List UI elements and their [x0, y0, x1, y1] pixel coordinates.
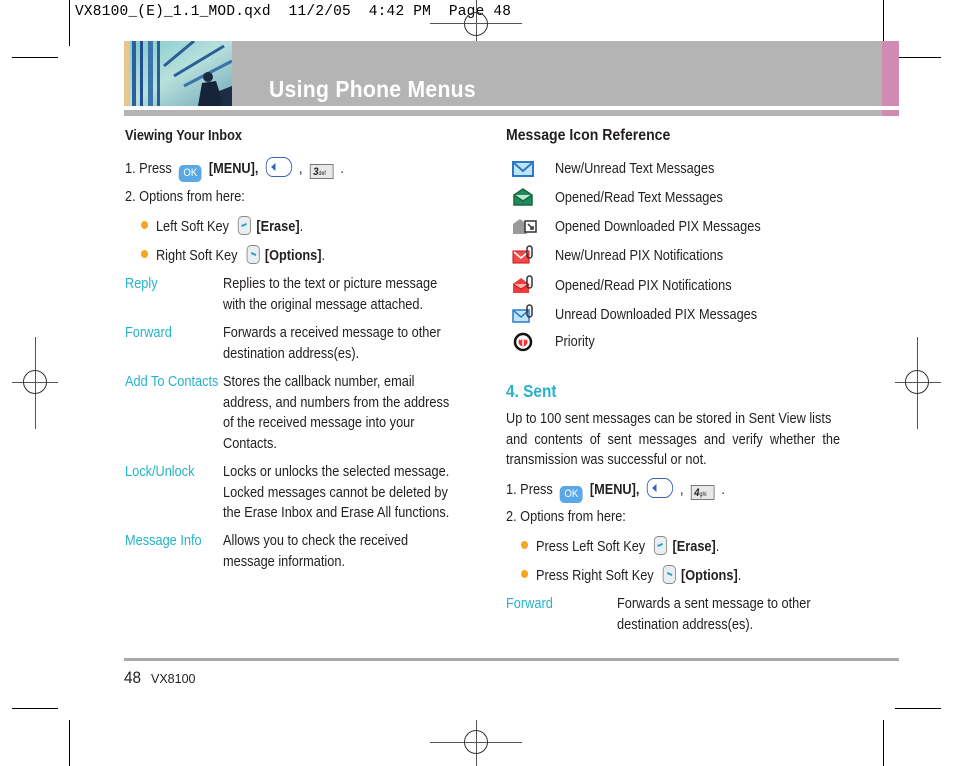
icon-label: Opened/Read Text Messages	[555, 190, 723, 206]
term-reply-desc: Replies to the text or picture message wi…	[223, 276, 438, 313]
crop-mark	[69, 720, 70, 766]
key-4-icon: 4ghi	[690, 485, 715, 500]
right-soft-key-icon	[662, 565, 676, 584]
term-lock-unlock: Lock/Unlock	[125, 464, 195, 480]
footer-rule	[124, 658, 899, 661]
menu-label: [MENU],	[589, 482, 640, 498]
term-reply: Reply	[125, 276, 158, 292]
term-add-to-contacts: Add To Contacts	[125, 374, 219, 390]
crop-mark	[12, 57, 58, 58]
page-title: Using Phone Menus	[269, 76, 476, 102]
pix-downloaded-unread-icon	[512, 304, 538, 329]
key-3-icon: 3def	[309, 164, 334, 179]
envelope-opened-icon	[512, 187, 538, 212]
model-name: VX8100	[151, 672, 196, 686]
left-step-2: 2. Options from here:	[125, 189, 245, 205]
crop-mark	[895, 708, 941, 709]
priority-icon	[512, 332, 538, 357]
left-bullet-erase: Left Soft Key [Erase].	[141, 216, 303, 238]
left-soft-key-icon	[237, 216, 252, 235]
left-bullet-options: Right Soft Key [Options].	[141, 245, 325, 267]
crop-mark	[895, 57, 941, 58]
right-step-2: 2. Options from here:	[506, 509, 626, 525]
crop-mark	[883, 720, 884, 766]
term-forward: Forward	[125, 325, 172, 341]
icon-label: Opened Downloaded PIX Messages	[555, 219, 761, 235]
icon-label: New/Unread Text Messages	[555, 161, 715, 177]
term-sent-forward-desc: Forwards a sent message to other destinat…	[617, 596, 811, 633]
step-end: .	[340, 161, 344, 177]
icon-label: New/Unread PIX Notifications	[555, 248, 724, 264]
right-bullet-erase: Press Left Soft Key [Erase].	[521, 536, 719, 558]
bullet-icon	[141, 250, 149, 258]
left-step-1: 1. Press OK [MENU], , 3def .	[125, 157, 344, 182]
term-forward-desc: Forwards a received message to other dest…	[223, 325, 441, 362]
icon-label: Unread Downloaded PIX Messages	[555, 307, 758, 323]
separator: ,	[679, 482, 684, 498]
icon-label: Priority	[555, 334, 595, 350]
envelope-new-icon	[512, 159, 538, 184]
page-number: 48	[124, 668, 142, 687]
step-end: .	[721, 482, 725, 498]
bullet-icon	[141, 221, 149, 229]
menu-label: [MENU],	[208, 161, 259, 177]
step-text: 1. Press	[506, 482, 553, 498]
left-soft-key-icon	[654, 536, 668, 555]
term-message-info-desc: Allows you to check the received message …	[223, 533, 409, 570]
right-bullet-options: Press Right Soft Key [Options].	[521, 565, 741, 587]
right-step-1: 1. Press OK [MENU], , 4ghi .	[506, 478, 725, 503]
section-heading-viewing-inbox: Viewing Your Inbox	[125, 128, 242, 144]
step-text: 1. Press	[125, 161, 172, 177]
ok-key-icon: OK	[559, 486, 583, 503]
header-rule-accent	[882, 110, 899, 116]
header-rule	[124, 110, 882, 116]
pix-notification-opened-icon	[512, 275, 538, 300]
term-message-info: Message Info	[125, 533, 202, 549]
icon-label: Opened/Read PIX Notifications	[555, 278, 732, 294]
nav-left-key-icon	[265, 157, 292, 177]
bullet-icon	[521, 570, 529, 578]
section-heading-icon-reference: Message Icon Reference	[506, 127, 671, 144]
header-photo	[124, 41, 232, 106]
crop-mark	[69, 0, 70, 46]
pix-downloaded-opened-icon	[512, 216, 538, 241]
header-accent-tab	[882, 41, 899, 106]
ok-key-icon: OK	[178, 165, 202, 182]
print-slug: VX8100_(E)_1.1_MOD.qxd 11/2/05 4:42 PM P…	[75, 4, 512, 20]
crop-mark	[883, 0, 884, 46]
sent-paragraph: Up to 100 sent messages can be stored in…	[506, 411, 841, 468]
term-lock-unlock-desc: Locks or unlocks the selected message. Lo…	[223, 464, 450, 521]
right-soft-key-icon	[246, 245, 260, 264]
section-heading-sent: 4. Sent	[506, 381, 557, 401]
separator: ,	[298, 161, 303, 177]
crop-mark	[12, 708, 58, 709]
term-add-to-contacts-desc: Stores the callback number, email address…	[223, 374, 450, 452]
pix-notification-new-icon	[512, 245, 538, 270]
term-sent-forward: Forward	[506, 596, 553, 612]
bullet-icon	[521, 541, 529, 549]
nav-left-key-icon	[646, 478, 673, 498]
